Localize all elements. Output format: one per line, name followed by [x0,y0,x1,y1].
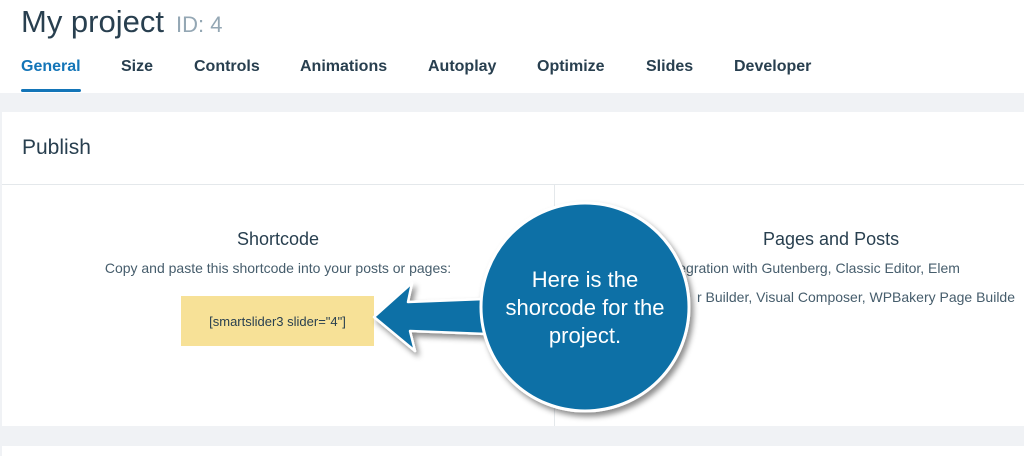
pages-and-posts-heading: Pages and Posts [763,229,900,249]
project-title: My project [21,4,164,39]
publish-card: Publish Shortcode Copy and paste this sh… [2,112,1024,426]
tab-slides[interactable]: Slides [646,58,693,93]
shortcode-value[interactable]: [smartslider3 slider="4"] [181,296,374,346]
tab-developer[interactable]: Developer [734,58,811,93]
tab-general[interactable]: General [21,58,81,93]
tab-optimize[interactable]: Optimize [537,58,605,93]
tab-controls[interactable]: Controls [194,58,260,93]
tab-animations[interactable]: Animations [300,58,387,93]
publish-title: Publish [22,136,91,159]
settings-tabs: General Size Controls Animations Autopla… [0,58,1024,93]
shortcode-description: Copy and paste this shortcode into your … [104,260,452,276]
pages-and-posts-section: Pages and Posts has integration with Gut… [555,185,1024,426]
tab-autoplay[interactable]: Autoplay [428,58,496,93]
pages-and-posts-text-line1: has integration with Gutenberg, Classic … [637,260,960,276]
pages-and-posts-text-line2: r Builder, Visual Composer, WPBakery Pag… [697,289,1016,305]
project-header: My project ID: 4 General Size Controls An… [0,0,1024,93]
page-title: My project ID: 4 [21,4,222,40]
project-id: ID: 4 [175,12,223,37]
tab-size[interactable]: Size [121,58,153,93]
shortcode-heading: Shortcode [236,229,320,249]
shortcode-section: Shortcode Copy and paste this shortcode … [2,185,554,426]
next-card [2,446,1024,456]
